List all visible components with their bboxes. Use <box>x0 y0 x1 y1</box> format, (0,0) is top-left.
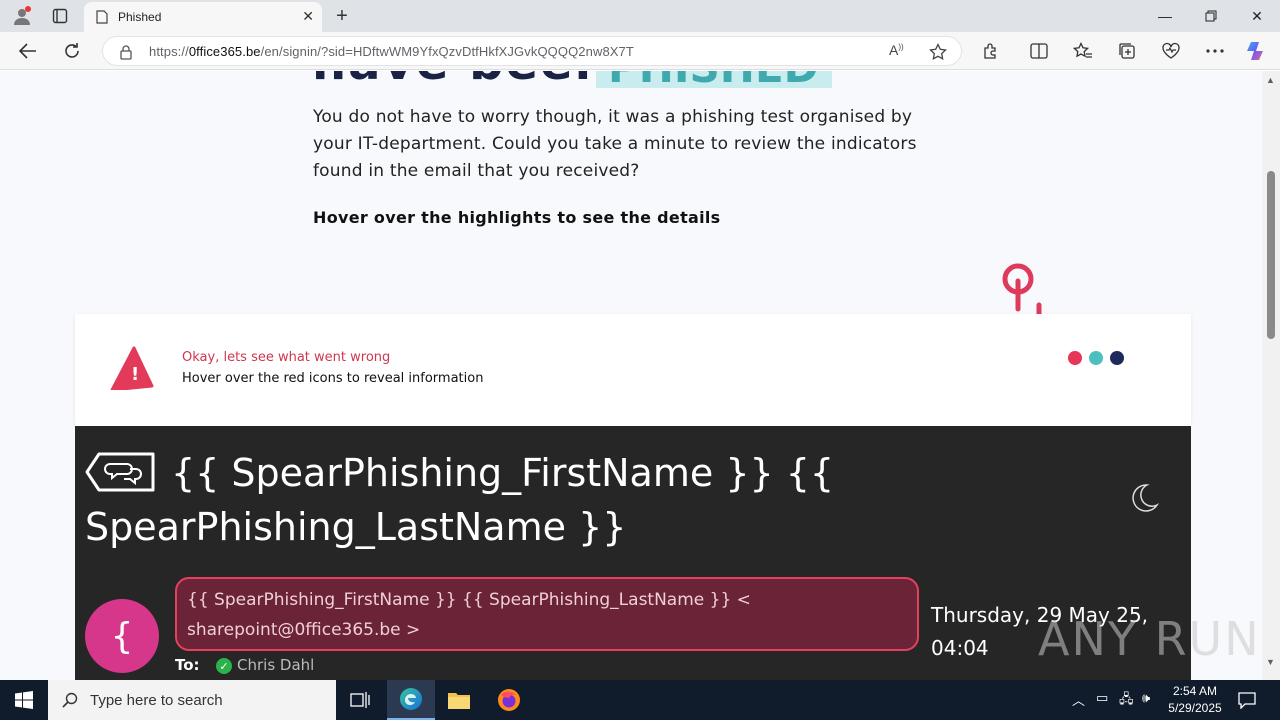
tab-actions-icon[interactable] <box>46 4 74 28</box>
hover-hint: Hover over the highlights to see the det… <box>313 208 721 227</box>
favorite-star-icon[interactable] <box>929 43 947 61</box>
profile-icon[interactable] <box>8 4 36 28</box>
clock-date: 5/29/2025 <box>1168 701 1222 715</box>
tab-title: Phished <box>118 10 162 24</box>
browser-essentials-icon[interactable] <box>1158 38 1184 64</box>
page-icon <box>96 10 108 24</box>
intro-paragraph: You do not have to worry though, it was … <box>313 107 917 181</box>
clock-time: 2:54 AM <box>1172 684 1218 698</box>
back-icon[interactable] <box>14 37 42 65</box>
teal-dot <box>1089 351 1103 365</box>
read-aloud-icon[interactable]: A)) <box>889 42 904 58</box>
close-window-icon[interactable]: ✕ <box>1234 0 1280 32</box>
tab-phished[interactable]: Phished ✕ <box>84 2 322 32</box>
tray-chevron-icon[interactable]: ︿ <box>1072 690 1085 709</box>
to-label: To: <box>175 656 200 674</box>
search-icon <box>62 692 78 708</box>
anyrun-watermark: ANY RUN <box>1038 612 1261 666</box>
scrollbar-thumb[interactable] <box>1267 171 1275 339</box>
restore-icon[interactable] <box>1188 0 1234 32</box>
new-tab-icon[interactable]: + <box>330 4 354 28</box>
address-bar[interactable]: https://0ffice365.be/en/signin/?sid=HDft… <box>102 36 962 66</box>
email-preview: {{ SpearPhishing_FirstName }} {{ SpearPh… <box>75 426 1191 680</box>
sender-highlight[interactable]: {{ SpearPhishing_FirstName }} {{ SpearPh… <box>175 577 919 651</box>
firefox-icon[interactable] <box>485 680 533 720</box>
edge-taskbar-icon[interactable] <box>387 680 435 720</box>
page-viewport: have been PHISHED You do not have to wor… <box>0 71 1262 680</box>
hero-title: have been <box>312 71 611 91</box>
red-dot <box>1068 351 1082 365</box>
recipient-name: Chris Dahl <box>237 656 315 674</box>
warning-icon: ! <box>110 346 154 390</box>
refresh-icon[interactable] <box>58 37 86 65</box>
extensions-icon[interactable] <box>978 38 1004 64</box>
favorites-icon[interactable] <box>1070 38 1096 64</box>
network-icon[interactable]: 🖧 <box>1119 690 1134 712</box>
collections-icon[interactable] <box>1114 38 1140 64</box>
page-scrollbar[interactable]: ▲ ▼ <box>1262 71 1280 680</box>
card-subtitle: Hover over the red icons to reveal infor… <box>182 371 484 386</box>
phished-badge: PHISHED <box>596 71 832 92</box>
review-intro-card: ! Okay, lets see what went wrong Hover o… <box>75 314 1191 426</box>
split-screen-icon[interactable] <box>1026 38 1052 64</box>
start-button[interactable] <box>0 680 48 720</box>
windows-logo-icon <box>15 691 33 709</box>
more-menu-icon[interactable] <box>1202 38 1228 64</box>
scroll-up-icon[interactable]: ▲ <box>1266 75 1275 85</box>
windows-taskbar: Type here to search ︿ ▭ 🖧 🕪 2:54 AM 5/29… <box>0 680 1280 720</box>
sender-avatar: { <box>85 599 159 673</box>
lock-icon[interactable] <box>119 44 133 60</box>
card-title: Okay, lets see what went wrong <box>182 350 391 365</box>
navy-dot <box>1110 351 1124 365</box>
taskbar-clock[interactable]: 2:54 AM 5/29/2025 <box>1160 683 1230 717</box>
minimize-icon[interactable]: — <box>1142 0 1188 32</box>
task-view-icon[interactable] <box>336 680 384 720</box>
taskbar-search[interactable]: Type here to search <box>48 680 336 720</box>
notifications-icon[interactable] <box>1222 680 1272 720</box>
dark-mode-moon-icon[interactable] <box>1127 481 1161 515</box>
search-placeholder: Type here to search <box>90 691 223 709</box>
email-subject[interactable]: {{ SpearPhishing_FirstName }} {{ SpearPh… <box>85 446 885 554</box>
scroll-down-icon[interactable]: ▼ <box>1266 657 1275 667</box>
tab-bar: Phished ✕ + — ✕ <box>0 0 1280 32</box>
file-explorer-icon[interactable] <box>435 680 483 720</box>
volume-icon[interactable]: 🕪 <box>1142 690 1150 706</box>
svg-text:!: ! <box>131 364 139 385</box>
verified-check-icon: ✓ <box>216 658 232 674</box>
url-text: https://0ffice365.be/en/signin/?sid=HDft… <box>149 43 634 59</box>
copilot-icon[interactable] <box>1244 38 1270 64</box>
browser-toolbar: https://0ffice365.be/en/signin/?sid=HDft… <box>0 32 1280 70</box>
close-tab-icon[interactable]: ✕ <box>302 9 314 23</box>
battery-icon[interactable]: ▭ <box>1096 690 1108 706</box>
phished-badge-text: PHISHED <box>608 71 819 92</box>
